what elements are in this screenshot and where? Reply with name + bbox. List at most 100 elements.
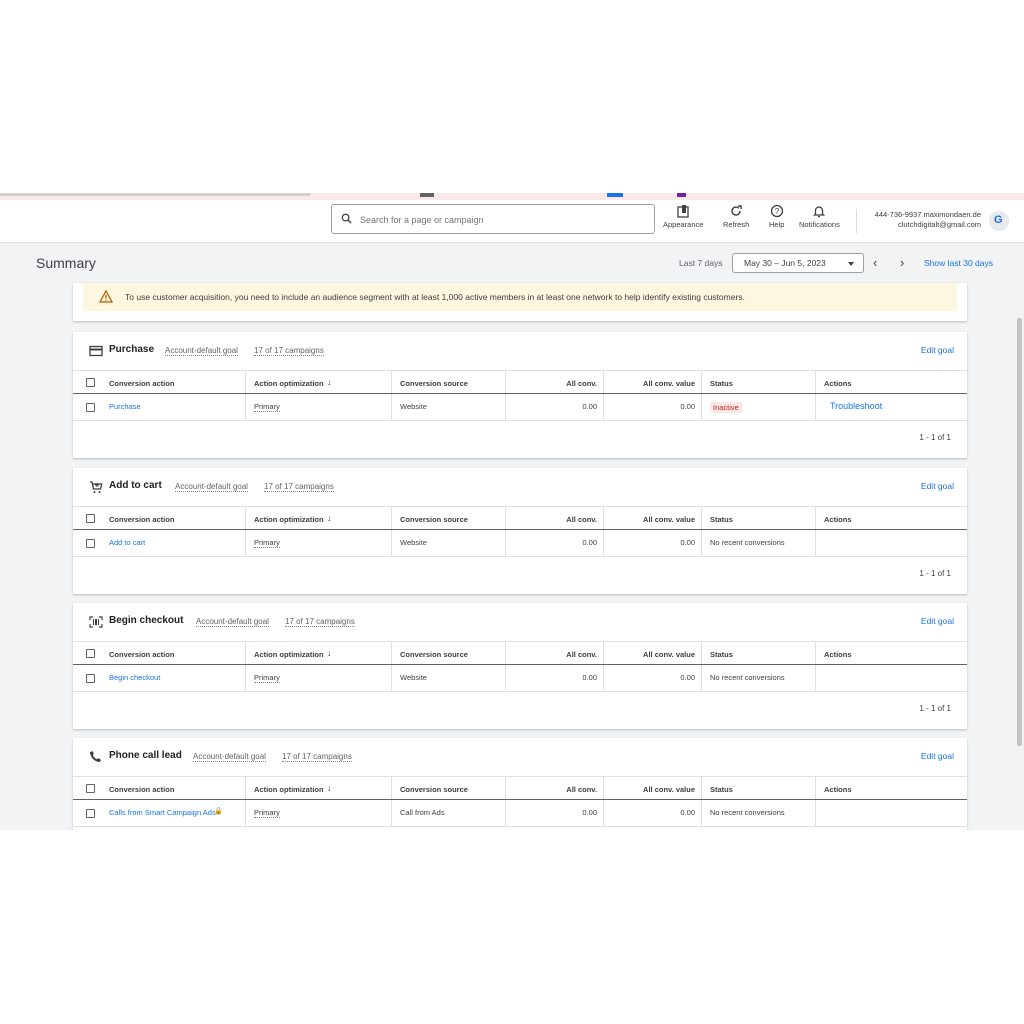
column-header-label: Action optimization: [254, 785, 324, 794]
table-cell: Troubleshoot: [815, 394, 967, 420]
column-header-all-conv-value: All conv. value: [603, 777, 701, 799]
optimization-value[interactable]: Primary: [254, 402, 280, 412]
goal-card: Purchase Account-default goal 17 of 17 cam…: [73, 332, 967, 458]
column-header-label: All conv. value: [643, 515, 695, 524]
column-header-label: Action optimization: [254, 379, 324, 388]
column-header-action-optimization[interactable]: Action optimization ↓: [245, 777, 391, 799]
select-all-checkbox[interactable]: [86, 784, 95, 793]
row-checkbox[interactable]: [86, 403, 95, 412]
column-header-label: Conversion action: [109, 515, 175, 524]
toolbar-divider: [856, 209, 857, 233]
column-header-conversion-source: Conversion source: [391, 777, 505, 799]
cell-all-conv: 0.00: [582, 808, 597, 817]
refresh-label: Refresh: [723, 220, 750, 229]
page-title: Summary: [36, 255, 96, 271]
conversion-action-link[interactable]: Begin checkout: [109, 673, 160, 682]
table-cell: Calls from Smart Campaign Ads 🔒: [101, 800, 245, 826]
cell-status: No recent conversions: [710, 538, 785, 547]
table-row: Add to cart Primary Website 0.00 0.00 No rece…: [73, 530, 967, 557]
tab-favicon[interactable]: [607, 193, 623, 197]
avatar-logo-icon: G: [994, 214, 1003, 226]
goal-campaigns-label[interactable]: 17 of 17 campaigns: [282, 752, 352, 762]
optimization-value[interactable]: Primary: [254, 673, 280, 683]
table-cell: Website: [391, 394, 505, 420]
column-header-conversion-source: Conversion source: [391, 371, 505, 393]
credit-card-icon: [89, 344, 103, 362]
edit-goal-button[interactable]: Edit goal: [921, 616, 954, 626]
table-cell: Primary: [245, 394, 391, 420]
column-header-label: All conv.: [566, 515, 597, 524]
pagination-label: 1 - 1 of 1: [919, 569, 951, 578]
next-period-icon[interactable]: ›: [900, 255, 904, 270]
table-cell: [815, 530, 967, 556]
cell-all-conv-value: 0.00: [680, 538, 695, 547]
help-button[interactable]: ? Help: [769, 204, 784, 229]
select-all-checkbox[interactable]: [86, 514, 95, 523]
help-label: Help: [769, 220, 785, 229]
column-header-action-optimization[interactable]: Action optimization ↓: [245, 371, 391, 393]
table-header: Conversion action Action optimization ↓ Con…: [73, 506, 967, 530]
avatar[interactable]: G: [989, 211, 1009, 231]
tab-favicon[interactable]: [677, 193, 686, 197]
edit-goal-button[interactable]: Edit goal: [921, 751, 954, 761]
refresh-button[interactable]: Refresh: [723, 204, 749, 229]
optimization-value[interactable]: Primary: [254, 538, 280, 548]
column-header-action-optimization[interactable]: Action optimization ↓: [245, 507, 391, 529]
row-checkbox[interactable]: [86, 809, 95, 818]
account-info[interactable]: 444-736-9937 maximondaen.de clutchdigita…: [875, 210, 981, 230]
account-email: clutchdigitalt@gmail.com: [897, 220, 981, 229]
conversion-action-link[interactable]: Add to cart: [109, 538, 145, 547]
column-header-label: All conv. value: [643, 650, 695, 659]
show-last-30-days-link[interactable]: Show last 30 days: [924, 258, 993, 268]
svg-text:?: ?: [774, 207, 779, 216]
column-header-all-conv: All conv.: [505, 642, 603, 664]
column-header-status: Status: [701, 777, 815, 799]
column-header-action-optimization[interactable]: Action optimization ↓: [245, 642, 391, 664]
goal-type-label[interactable]: Account-default goal: [196, 617, 269, 627]
bell-icon: [813, 206, 826, 218]
table-cell: 0.00: [505, 665, 603, 691]
tab-favicon[interactable]: [420, 193, 434, 197]
date-range-value: May 30 – Jun 5, 2023: [744, 258, 826, 268]
table-cell: [815, 800, 967, 826]
edit-goal-button[interactable]: Edit goal: [921, 481, 954, 491]
notifications-label: Notifications: [799, 220, 840, 229]
cell-source: Website: [400, 673, 427, 682]
goal-campaigns-label[interactable]: 17 of 17 campaigns: [264, 482, 334, 492]
troubleshoot-link[interactable]: Troubleshoot: [830, 401, 882, 411]
column-header-label: All conv. value: [643, 379, 695, 388]
conversion-action-link[interactable]: Calls from Smart Campaign Ads: [109, 808, 216, 817]
column-header-label: All conv.: [566, 379, 597, 388]
goal-header: Purchase Account-default goal 17 of 17 cam…: [73, 332, 967, 370]
goal-header: Phone call lead Account-default goal 17 of…: [73, 738, 967, 776]
select-all-checkbox[interactable]: [86, 378, 95, 387]
goal-campaigns-label[interactable]: 17 of 17 campaigns: [285, 617, 355, 627]
edit-goal-button[interactable]: Edit goal: [921, 345, 954, 355]
table-cell: Primary: [245, 800, 391, 826]
table-cell: No recent conversions: [701, 530, 815, 556]
prev-period-icon[interactable]: ‹: [873, 255, 877, 270]
conversion-action-link[interactable]: Purchase: [109, 402, 141, 411]
scrollbar[interactable]: [1017, 318, 1022, 746]
appearance-button[interactable]: Appearance: [663, 204, 703, 229]
row-checkbox[interactable]: [86, 674, 95, 683]
column-header-label: Status: [710, 515, 733, 524]
goal-card: Phone call lead Account-default goal 17 of…: [73, 738, 967, 830]
goal-campaigns-label[interactable]: 17 of 17 campaigns: [254, 346, 324, 356]
app-window: Appearance Refresh ? Help Notifications …: [0, 193, 1024, 830]
column-header-all-conv-value: All conv. value: [603, 507, 701, 529]
optimization-value[interactable]: Primary: [254, 808, 280, 818]
select-all-checkbox[interactable]: [86, 649, 95, 658]
search-box[interactable]: [331, 204, 655, 234]
goal-type-label[interactable]: Account-default goal: [165, 346, 238, 356]
search-input[interactable]: [358, 210, 642, 230]
row-checkbox[interactable]: [86, 539, 95, 548]
column-header-actions: Actions: [815, 371, 967, 393]
notifications-button[interactable]: Notifications: [799, 204, 840, 229]
table-cell: Website: [391, 530, 505, 556]
column-header-all-conv-value: All conv. value: [603, 642, 701, 664]
goal-type-label[interactable]: Account-default goal: [193, 752, 266, 762]
column-header-label: Conversion source: [400, 515, 468, 524]
date-range-dropdown[interactable]: May 30 – Jun 5, 2023: [732, 253, 864, 273]
goal-type-label[interactable]: Account-default goal: [175, 482, 248, 492]
